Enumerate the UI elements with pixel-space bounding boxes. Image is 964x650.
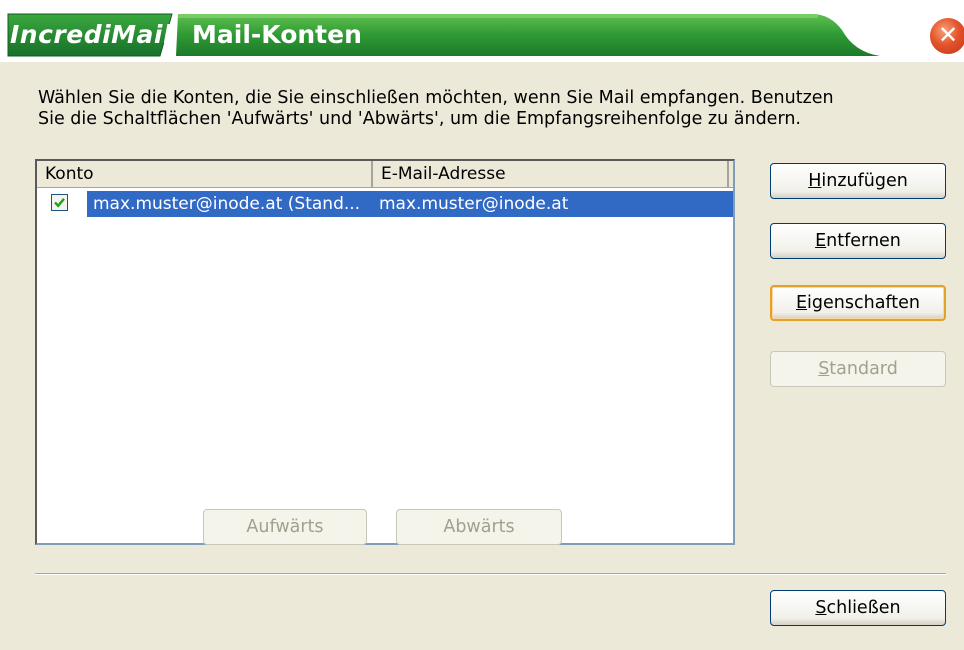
list-row-account[interactable]: max.muster@inode.at (Stand... max.muster… [37,191,733,217]
default-button-accesskey: S [818,359,830,379]
properties-button[interactable]: Eigenschaften [770,285,946,321]
close-icon[interactable]: ✕ [928,16,964,56]
close-button-accesskey: S [815,598,827,618]
description-line-2: Sie die Schaltflächen 'Aufwärts' und 'Ab… [38,109,801,129]
close-button[interactable]: Schließen [770,590,946,626]
account-email-cell: max.muster@inode.at [379,194,569,214]
add-button-label: inzufügen [821,171,908,191]
move-up-button[interactable]: Aufwärts [203,509,367,545]
remove-button[interactable]: Entfernen [770,223,946,259]
separator-line [35,573,946,575]
account-checkbox[interactable] [51,194,68,211]
brand-logo: IncrediMail [10,20,173,49]
account-list[interactable]: Konto E-Mail-Adresse max.muster@inode.at… [35,159,735,545]
title-bar: IncrediMail Mail-Konten ✕ [0,0,964,62]
move-down-button[interactable]: Abwärts [396,509,562,545]
properties-button-accesskey: E [795,293,808,313]
description-text: Wählen Sie die Konten, die Sie einschlie… [38,88,918,130]
column-header-email[interactable]: E-Mail-Adresse [373,161,729,187]
properties-button-label: igenschaften [807,293,921,313]
remove-button-label: ntfernen [826,231,901,251]
add-button-accesskey: H [808,171,822,191]
add-button[interactable]: Hinzufügen [770,163,946,199]
description-line-1: Wählen Sie die Konten, die Sie einschlie… [38,88,834,108]
column-header-konto[interactable]: Konto [37,161,373,187]
close-button-label: chließen [826,598,901,618]
checkmark-icon [54,198,65,208]
window-title: Mail-Konten [192,20,362,49]
dialog-body: Wählen Sie die Konten, die Sie einschlie… [0,62,964,650]
default-button-label: tandard [829,359,898,379]
account-name-cell: max.muster@inode.at (Stand... [93,194,361,214]
list-header: Konto E-Mail-Adresse [37,161,733,188]
remove-button-accesskey: E [815,231,827,251]
default-button[interactable]: Standard [770,351,946,387]
